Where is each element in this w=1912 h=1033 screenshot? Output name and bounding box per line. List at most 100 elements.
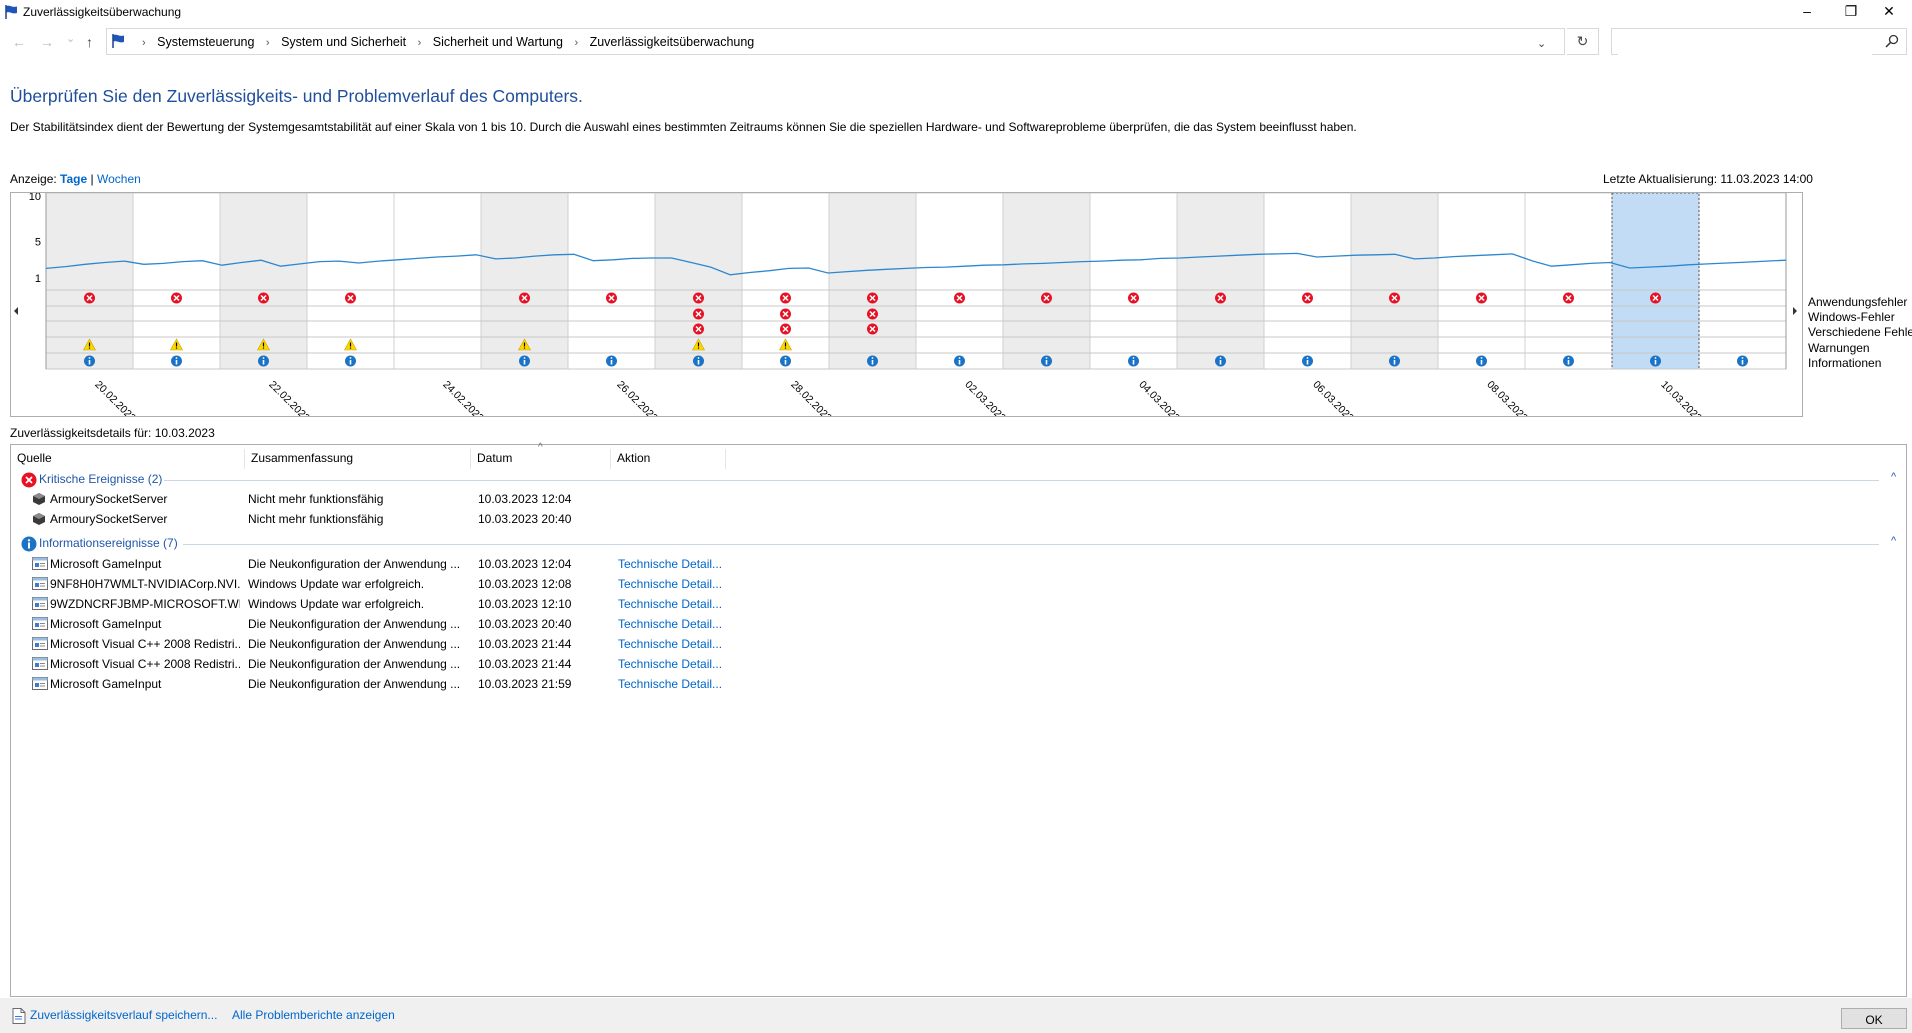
- address-bar[interactable]: › Systemsteuerung › System und Sicherhei…: [106, 28, 1565, 55]
- table-row[interactable]: Microsoft Visual C++ 2008 Redistri... Di…: [11, 655, 1906, 675]
- column-header-source[interactable]: Quelle: [11, 449, 245, 469]
- breadcrumb-zuverlaessigkeitsueberwachung[interactable]: Zuverlässigkeitsüberwachung: [590, 35, 755, 49]
- info-icon-dot: [1741, 357, 1744, 359]
- technical-details-link[interactable]: Technische Detail...: [618, 677, 728, 691]
- info-icon-dot: [610, 357, 613, 359]
- minimize-button[interactable]: –: [1784, 0, 1830, 24]
- info-icon-bar: [958, 360, 961, 365]
- cell-summary: Die Neukonfiguration der Anwendung ...: [248, 657, 461, 671]
- close-button[interactable]: ✕: [1866, 0, 1912, 24]
- ok-button[interactable]: OK: [1841, 1008, 1907, 1029]
- view-weeks-link[interactable]: Wochen: [97, 172, 141, 186]
- collapse-icon[interactable]: ^: [1891, 535, 1896, 547]
- save-history-link[interactable]: Zuverlässigkeitsverlauf speichern...: [30, 1008, 217, 1022]
- cell-source: Microsoft GameInput: [50, 617, 162, 631]
- scroll-right-icon[interactable]: [1793, 307, 1797, 315]
- reliability-chart-svg[interactable]: 10 5 1 20.02.2023 22.02.2023 24.02.2023 26.02.…: [11, 193, 1802, 416]
- search-input[interactable]: [1618, 29, 1872, 55]
- update-icon: [32, 577, 48, 593]
- scroll-left-icon[interactable]: [14, 307, 18, 315]
- table-row[interactable]: Microsoft GameInput Die Neukonfiguration…: [11, 555, 1906, 575]
- table-row[interactable]: Microsoft GameInput Die Neukonfiguration…: [11, 615, 1906, 635]
- details-list: Quelle Zusammenfassung Datum ^ Aktion Kr…: [10, 442, 1907, 997]
- info-icon-dot: [1306, 357, 1309, 359]
- date-tick-label: 06.03.2023: [1310, 379, 1356, 416]
- cell-date: 10.03.2023 20:40: [478, 512, 572, 526]
- info-icon-dot: [1132, 357, 1135, 359]
- technical-details-link[interactable]: Technische Detail...: [618, 637, 728, 651]
- warning-icon-dot: [697, 347, 700, 349]
- technical-details-link[interactable]: Technische Detail...: [618, 657, 728, 671]
- date-tick-label: 22.02.2023: [266, 379, 312, 416]
- window-title: Zuverlässigkeitsüberwachung: [23, 5, 182, 19]
- back-icon[interactable]: ←: [12, 34, 26, 50]
- day-column: [1089, 193, 1178, 370]
- technical-details-link[interactable]: Technische Detail...: [618, 557, 728, 571]
- application-icon: [32, 492, 46, 509]
- table-row[interactable]: ArmourySocketServer Nicht mehr funktions…: [11, 490, 1906, 510]
- error-icon: [21, 472, 37, 491]
- date-tick-label: 20.02.2023: [92, 379, 138, 416]
- row-label-warnings: Warnungen: [1808, 341, 1870, 355]
- row-label-windows-errors: Windows-Fehler: [1808, 310, 1895, 324]
- table-row[interactable]: ArmourySocketServer Nicht mehr funktions…: [11, 510, 1906, 530]
- info-icon-bar: [1654, 360, 1657, 365]
- up-icon[interactable]: ↑: [86, 34, 93, 50]
- row-label-application-errors: Anwendungsfehler: [1808, 295, 1908, 309]
- info-icon-dot: [697, 357, 700, 359]
- refresh-button[interactable]: ↻: [1567, 28, 1599, 55]
- date-tick-label: 04.03.2023: [1136, 379, 1182, 416]
- day-column: [1350, 193, 1439, 370]
- group-divider: [164, 480, 1879, 481]
- cell-summary: Die Neukonfiguration der Anwendung ...: [248, 637, 461, 651]
- day-column: [1002, 193, 1091, 370]
- group-information-events[interactable]: Informationsereignisse (7) ^: [11, 535, 1906, 553]
- info-icon-dot: [1045, 357, 1048, 359]
- warning-icon-dot: [88, 347, 91, 349]
- view-days-link[interactable]: Tage: [60, 172, 87, 186]
- info-icon-bar: [1480, 360, 1483, 365]
- update-icon: [32, 597, 48, 613]
- table-row[interactable]: Microsoft GameInput Die Neukonfiguration…: [11, 675, 1906, 695]
- all-problem-reports-link[interactable]: Alle Problemberichte anzeigen: [232, 1008, 395, 1022]
- info-icon-dot: [871, 357, 874, 359]
- collapse-icon[interactable]: ^: [1891, 471, 1896, 483]
- technical-details-link[interactable]: Technische Detail...: [618, 617, 728, 631]
- cell-date: 10.03.2023 21:44: [478, 657, 572, 671]
- warning-icon-mark: [697, 342, 700, 347]
- search-box[interactable]: [1611, 28, 1907, 55]
- table-row[interactable]: 9NF8H0H7WMLT-NVIDIACorp.NVI... Windows U…: [11, 575, 1906, 595]
- view-switch: Anzeige: Tage | Wochen: [10, 172, 141, 186]
- breadcrumb-system-und-sicherheit[interactable]: System und Sicherheit: [281, 35, 406, 49]
- forward-icon[interactable]: →: [40, 34, 54, 50]
- group-critical-events[interactable]: Kritische Ereignisse (2) ^: [11, 471, 1906, 489]
- info-icon-bar: [175, 360, 178, 365]
- cell-source: Microsoft GameInput: [50, 677, 162, 691]
- search-icon[interactable]: [1885, 34, 1899, 51]
- recent-locations-icon[interactable]: ⌄: [66, 32, 75, 45]
- table-row[interactable]: Microsoft Visual C++ 2008 Redistri... Di…: [11, 635, 1906, 655]
- chevron-down-icon[interactable]: ⌄: [1537, 37, 1546, 50]
- technical-details-link[interactable]: Technische Detail...: [618, 597, 728, 611]
- column-header-action[interactable]: Aktion: [611, 449, 726, 469]
- day-column: [567, 193, 656, 370]
- day-column: [1524, 193, 1613, 370]
- cell-source: Microsoft Visual C++ 2008 Redistri...: [50, 637, 240, 651]
- column-header-summary[interactable]: Zusammenfassung: [245, 449, 471, 469]
- flag-icon: [4, 4, 20, 23]
- info-icon-dot: [1567, 357, 1570, 359]
- breadcrumb-separator: ›: [417, 37, 422, 49]
- info-icon-dot: [88, 357, 91, 359]
- breadcrumb-sicherheit-und-wartung[interactable]: Sicherheit und Wartung: [433, 35, 563, 49]
- cell-date: 10.03.2023 12:10: [478, 597, 572, 611]
- info-icon-bar: [349, 360, 352, 365]
- breadcrumb-systemsteuerung[interactable]: Systemsteuerung: [157, 35, 254, 49]
- technical-details-link[interactable]: Technische Detail...: [618, 577, 728, 591]
- update-icon: [32, 557, 48, 573]
- warning-icon-dot: [523, 347, 526, 349]
- reliability-chart[interactable]: 10 5 1 20.02.2023 22.02.2023 24.02.2023 26.02.…: [10, 192, 1803, 417]
- cell-date: 10.03.2023 21:44: [478, 637, 572, 651]
- table-row[interactable]: 9WZDNCRFJBMP-MICROSOFT.WI... Windows Upd…: [11, 595, 1906, 615]
- cell-summary: Nicht mehr funktionsfähig: [248, 512, 384, 526]
- info-icon-bar: [610, 360, 613, 365]
